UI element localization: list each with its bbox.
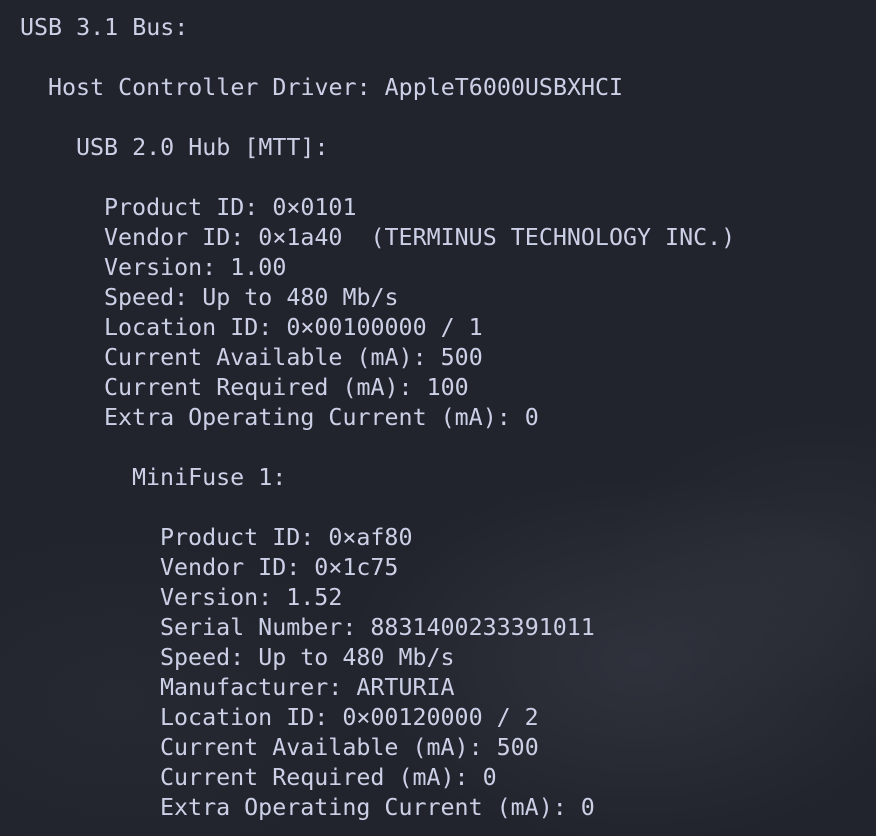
device-speed: Speed: Up to 480 Mb/s [160,643,455,673]
host-controller-line: Host Controller Driver: AppleT6000USBXHC… [48,73,623,103]
hub-extra-operating-current: Extra Operating Current (mA): 0 [104,403,539,433]
property-value: 0×af80 [328,524,413,551]
device-extra-operating-current: Extra Operating Current (mA): 0 [160,793,595,823]
device-manufacturer: Manufacturer: ARTURIA [160,673,455,703]
hub-speed: Speed: Up to 480 Mb/s [104,283,399,313]
property-value: 0×0101 [272,194,357,221]
property-value: Up to 480 Mb/s [202,284,399,311]
property-key: Version: [104,254,217,281]
property-key: Current Available (mA): [104,344,427,371]
property-key: Speed: [160,644,245,671]
device-title: MiniFuse 1: [132,464,287,491]
property-key: Vendor ID: [160,554,301,581]
property-value: 1.52 [286,584,343,611]
property-key: Manufacturer: [160,674,343,701]
property-key: Extra Operating Current (mA): [104,404,511,431]
property-value: 0×00100000 / 1 [286,314,483,341]
device-current-required: Current Required (mA): 0 [160,763,497,793]
device-version: Version: 1.52 [160,583,342,613]
hub-location-id: Location ID: 0×00100000 / 1 [104,313,483,343]
hub-product-id: Product ID: 0×0101 [104,193,356,223]
property-key: Product ID: [160,524,315,551]
property-key: Serial Number: [160,614,357,641]
host-controller-label: Host Controller Driver: [48,74,371,101]
property-value: Up to 480 Mb/s [258,644,455,671]
property-key: Product ID: [104,194,259,221]
device-location-id: Location ID: 0×00120000 / 2 [160,703,539,733]
hub-vendor-id: Vendor ID: 0×1a40 (TERMINUS TECHNOLOGY I… [104,223,735,253]
property-key: Extra Operating Current (mA): [160,794,567,821]
property-key: Vendor ID: [104,224,245,251]
property-value: 0×00120000 / 2 [342,704,539,731]
hub-title: USB 2.0 Hub [MTT]: [76,134,329,161]
property-value: 1.00 [230,254,287,281]
property-key: Current Required (mA): [160,764,469,791]
property-value: 0×1a40 (TERMINUS TECHNOLOGY INC.) [258,224,736,251]
hub-version: Version: 1.00 [104,253,286,283]
property-value: 100 [426,374,469,401]
property-key: Version: [160,584,273,611]
hub-current-required: Current Required (mA): 100 [104,373,469,403]
bus-title: USB 3.1 Bus: [20,14,189,41]
property-value: 500 [496,734,539,761]
property-value: 0 [482,764,497,791]
property-value: 8831400233391011 [370,614,595,641]
property-value: 500 [440,344,483,371]
property-key: Location ID: [160,704,329,731]
device-vendor-id: Vendor ID: 0×1c75 [160,553,398,583]
property-key: Current Available (mA): [160,734,483,761]
property-key: Speed: [104,284,189,311]
host-controller-value: AppleT6000USBXHCI [384,74,624,101]
device-current-available: Current Available (mA): 500 [160,733,539,763]
device-product-id: Product ID: 0×af80 [160,523,412,553]
property-value: ARTURIA [356,674,455,701]
hub-current-available: Current Available (mA): 500 [104,343,483,373]
device-serial-number: Serial Number: 8831400233391011 [160,613,595,643]
terminal-output: USB 3.1 Bus: Host Controller Driver: App… [0,0,876,836]
property-value: 0 [580,794,595,821]
property-key: Current Required (mA): [104,374,413,401]
property-key: Location ID: [104,314,273,341]
property-value: 0×1c75 [314,554,399,581]
property-value: 0 [524,404,539,431]
